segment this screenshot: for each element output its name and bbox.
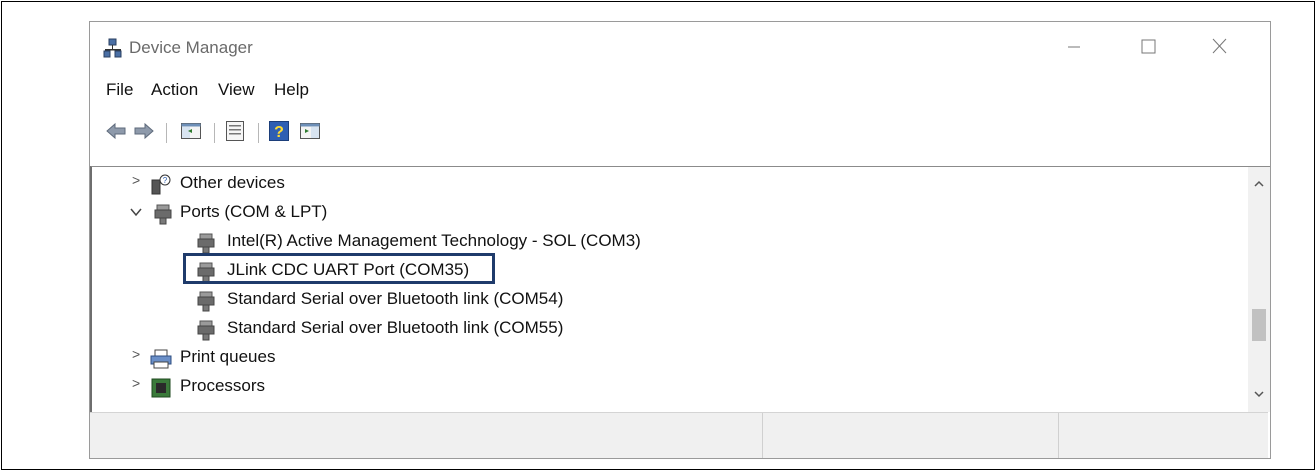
tree-node-print-queues[interactable]: > Print queues (92, 346, 1242, 374)
highlight-box (183, 253, 495, 284)
minimize-icon (1068, 46, 1080, 48)
svg-text:?: ? (163, 176, 168, 185)
tree-label: Other devices (180, 173, 285, 192)
toolbar-separator (214, 123, 215, 143)
show-hide-console-tree-icon[interactable] (180, 120, 202, 142)
maximize-icon (1141, 39, 1156, 54)
tree-node-other-devices[interactable]: > ? Other devices (92, 172, 1242, 200)
tree-node-ports[interactable]: Ports (COM & LPT) (92, 201, 1242, 229)
port-icon (197, 233, 215, 254)
minimize-button[interactable] (1050, 32, 1096, 62)
scroll-down-icon[interactable] (1253, 389, 1265, 399)
status-separator (1058, 413, 1059, 458)
maximize-button[interactable] (1124, 32, 1170, 62)
toolbar: ? (90, 117, 1270, 151)
menu-file[interactable]: File (106, 80, 133, 100)
port-item-com54[interactable]: Standard Serial over Bluetooth link (COM… (92, 288, 1242, 316)
chevron-right-icon[interactable]: > (132, 346, 140, 362)
device-tree: > ? Other devices Ports (COM & LPT) Inte… (90, 166, 1270, 412)
tree-label: Print queues (180, 347, 276, 366)
properties-icon[interactable] (224, 120, 246, 142)
port-icon (197, 291, 215, 312)
status-bar (90, 412, 1268, 458)
tree-node-processors[interactable]: > Processors (92, 375, 1242, 403)
toolbar-separator (258, 123, 259, 143)
svg-text:?: ? (274, 124, 284, 141)
tree-label: Ports (COM & LPT) (180, 202, 328, 221)
tree-label: Standard Serial over Bluetooth link (COM… (227, 318, 564, 337)
device-manager-window: Device Manager File Action View Help ? >… (89, 21, 1271, 459)
menu-view[interactable]: View (218, 80, 255, 100)
status-separator (762, 413, 763, 458)
menu-bar: File Action View Help (90, 80, 1270, 106)
tree-label: Standard Serial over Bluetooth link (COM… (227, 289, 564, 308)
chevron-right-icon[interactable]: > (132, 375, 140, 391)
menu-action[interactable]: Action (151, 80, 198, 100)
forward-arrow-icon[interactable] (133, 120, 155, 142)
scroll-up-icon[interactable] (1253, 179, 1265, 189)
show-action-pane-icon[interactable] (299, 120, 321, 142)
title-bar[interactable]: Device Manager (90, 22, 1270, 72)
port-item-com55[interactable]: Standard Serial over Bluetooth link (COM… (92, 317, 1242, 345)
tree-label: Intel(R) Active Management Technology - … (227, 231, 641, 250)
port-icon (197, 320, 215, 341)
toolbar-separator (166, 123, 167, 143)
close-icon (1212, 38, 1227, 54)
tree-label: Processors (180, 376, 266, 395)
device-manager-icon (103, 38, 122, 58)
window-title: Device Manager (129, 38, 253, 57)
menu-help[interactable]: Help (274, 80, 309, 100)
port-icon (154, 204, 172, 225)
processor-icon (151, 378, 171, 398)
back-arrow-icon[interactable] (105, 120, 127, 142)
help-icon[interactable]: ? (268, 120, 290, 142)
printer-icon (150, 349, 172, 369)
other-devices-icon: ? (151, 174, 171, 195)
chevron-down-icon[interactable] (130, 207, 142, 217)
scroll-thumb[interactable] (1252, 309, 1266, 341)
chevron-right-icon[interactable]: > (132, 172, 140, 188)
close-button[interactable] (1196, 32, 1242, 62)
vertical-scrollbar[interactable] (1248, 167, 1270, 412)
